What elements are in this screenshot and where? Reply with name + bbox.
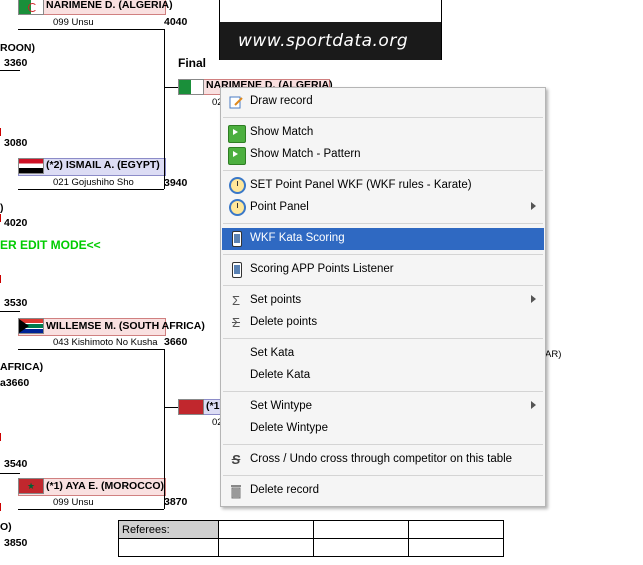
menu-label: SET Point Panel WKF (WKF rules - Karate) [250, 179, 472, 191]
menu-item-set-points[interactable]: Σ Set points [222, 290, 544, 312]
phone-icon [232, 231, 242, 247]
score-morocco: 3870 [164, 496, 188, 508]
referee-cell[interactable] [218, 538, 314, 557]
algeria-flag-icon [18, 0, 44, 15]
south-africa-flag-icon [18, 318, 44, 334]
referees-table: Referees: [118, 520, 504, 557]
left-score-3540: 3540 [4, 458, 28, 470]
menu-label: Scoring APP Points Listener [250, 263, 394, 275]
competitor-name-south-africa[interactable]: WILLEMSE M. (SOUTH AFRICA) [46, 320, 205, 332]
menu-item-show-match-pattern[interactable]: Show Match - Pattern [222, 144, 544, 166]
phone-icon [232, 262, 242, 278]
play-icon [228, 147, 246, 165]
stopwatch-icon [229, 199, 246, 216]
competitor-name-algeria[interactable]: NARIMENE D. (ALGERIA) [46, 0, 173, 11]
menu-label: Set points [250, 294, 302, 306]
menu-item-set-point-panel-wkf[interactable]: SET Point Panel WKF (WKF rules - Karate) [222, 175, 544, 197]
menu-label: Delete record [250, 484, 320, 496]
score-south-africa: 3660 [164, 336, 188, 348]
menu-label: Delete points [250, 316, 318, 328]
competitor-name-morocco[interactable]: (*1) AYA E. (MOROCCO) [46, 480, 164, 492]
morocco-flag-icon-final [178, 399, 204, 415]
kata-name-egypt: 021 Gojushiho Sho [53, 177, 134, 188]
referee-cell[interactable] [218, 520, 314, 539]
menu-label: Set Wintype [250, 400, 312, 412]
referee-cell[interactable] [118, 538, 219, 557]
referees-label: Referees: [118, 520, 219, 539]
submenu-arrow-icon [531, 202, 536, 210]
egypt-flag-icon [18, 158, 44, 174]
menu-item-scoring-app-listener[interactable]: Scoring APP Points Listener [222, 259, 544, 281]
sportdata-banner: www.sportdata.org [219, 0, 442, 60]
left-fragment-paren: ) [0, 202, 4, 214]
menu-item-delete-wintype[interactable]: Delete Wintype [222, 418, 544, 440]
menu-label: Draw record [250, 95, 313, 107]
left-score-3080: 3080 [4, 137, 28, 149]
menu-item-delete-points[interactable]: Σ Delete points [222, 312, 544, 334]
right-fragment: AR) [545, 349, 562, 360]
submenu-arrow-icon [531, 295, 536, 303]
menu-label: Point Panel [250, 201, 309, 213]
menu-label: Cross / Undo cross through competitor on… [250, 453, 513, 465]
score-egypt: 3940 [164, 177, 188, 189]
play-icon [228, 125, 246, 143]
draw-record-icon [228, 94, 244, 110]
menu-item-set-wintype[interactable]: Set Wintype [222, 396, 544, 418]
left-score-4020: 4020 [4, 217, 28, 229]
referee-cell[interactable] [313, 538, 409, 557]
menu-label: Show Match - Pattern [250, 148, 361, 160]
left-score-a3660: a3660 [0, 377, 30, 389]
menu-label: WKF Kata Scoring [250, 232, 345, 244]
menu-label: Show Match [250, 126, 314, 138]
morocco-flag-icon: ★ [18, 478, 44, 494]
left-score-3850: 3850 [4, 537, 28, 549]
score-algeria: 4040 [164, 16, 188, 28]
sigma-icon: Σ [231, 293, 241, 308]
menu-label: Delete Wintype [250, 422, 328, 434]
menu-item-delete-kata[interactable]: Delete Kata [222, 365, 544, 387]
strikethrough-s-icon: S [231, 452, 241, 467]
final-label: Final [178, 56, 207, 70]
competitor-name-egypt[interactable]: (*2) ISMAIL A. (EGYPT) [46, 159, 160, 171]
left-score-3530: 3530 [4, 297, 28, 309]
menu-item-delete-record[interactable]: Delete record [222, 480, 544, 502]
referee-cell[interactable] [313, 520, 409, 539]
banner-dark-strip: www.sportdata.org [220, 22, 441, 60]
algeria-flag-icon-final [178, 79, 204, 95]
referee-cell[interactable] [408, 538, 504, 557]
kata-name-morocco: 099 Unsu [53, 497, 94, 508]
menu-label: Set Kata [250, 347, 295, 359]
menu-label: Delete Kata [250, 369, 311, 381]
stopwatch-icon [229, 177, 246, 194]
final-lower-name[interactable]: (*1 [206, 400, 219, 412]
submenu-arrow-icon [531, 401, 536, 409]
left-fragment-africa: AFRICA) [0, 361, 44, 373]
banner-url: www.sportdata.org [238, 31, 409, 51]
kata-name-south-africa: 043 Kishimoto No Kusha [53, 337, 158, 348]
menu-item-cross-competitor[interactable]: S Cross / Undo cross through competitor … [222, 449, 544, 471]
trash-icon [228, 483, 244, 499]
context-menu: Draw record Show Match Show Match - Patt… [220, 87, 546, 507]
menu-item-show-match[interactable]: Show Match [222, 122, 544, 144]
referee-cell[interactable] [408, 520, 504, 539]
left-fragment-roon: ROON) [0, 42, 35, 54]
left-fragment-o: O) [0, 521, 12, 533]
kata-name-algeria: 099 Unsu [53, 17, 94, 28]
sigma-strike-icon: Σ [231, 315, 241, 330]
menu-item-wkf-kata-scoring[interactable]: WKF Kata Scoring [222, 228, 544, 250]
menu-item-draw-record[interactable]: Draw record [222, 91, 544, 113]
menu-item-point-panel[interactable]: Point Panel [222, 197, 544, 219]
left-score-3360: 3360 [4, 57, 28, 69]
edit-mode-text: ER EDIT MODE<< [0, 238, 101, 252]
menu-item-set-kata[interactable]: Set Kata [222, 343, 544, 365]
